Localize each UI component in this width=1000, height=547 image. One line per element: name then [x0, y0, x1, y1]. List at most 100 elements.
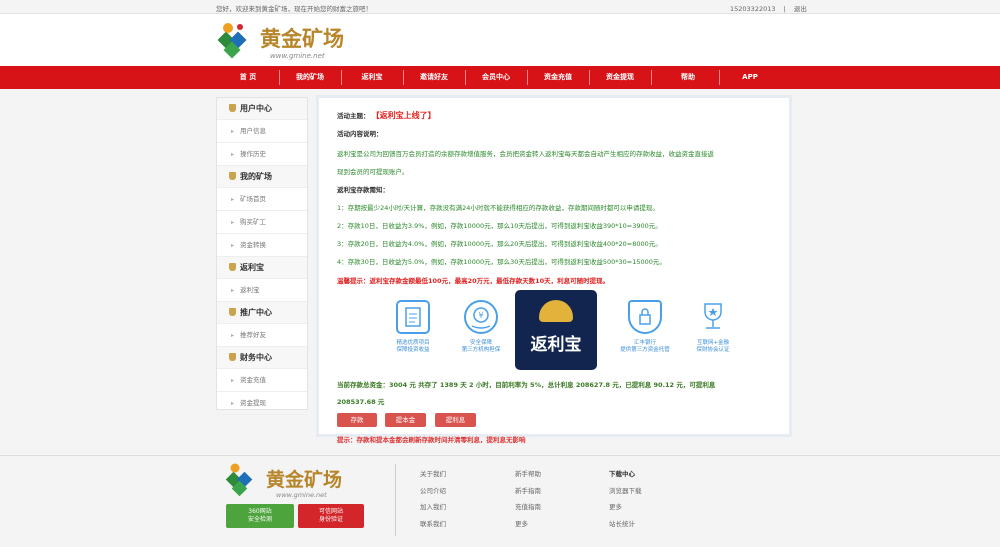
nav-help[interactable]: 帮助: [657, 66, 719, 89]
footer-link[interactable]: 充值指南: [515, 499, 541, 516]
nav-invite[interactable]: 邀请好友: [403, 66, 465, 89]
nav-recharge[interactable]: 资金充值: [527, 66, 589, 89]
gold-coin-icon: [539, 300, 573, 322]
withdraw-principal-button[interactable]: 提本金: [385, 413, 426, 427]
chevron-right-icon: ▸: [231, 128, 235, 135]
notice-item-3: 3：存款20日，日收益为4.0%，例如，存款10000元，那么20天后提出，可得…: [337, 240, 662, 248]
feature-line-1: 汇丰银行: [633, 340, 656, 346]
bottom-tip: 提示：存款和提本金都会刷新存款时间并清零利息，提利息无影响: [337, 436, 526, 444]
footer-link[interactable]: 加入我们: [420, 499, 446, 516]
footer-link[interactable]: 更多: [515, 516, 541, 533]
topic-label: 活动主题：: [337, 112, 370, 120]
user-phone[interactable]: 15203322013: [730, 5, 776, 13]
sidebar-item-label: 资金提现: [240, 399, 267, 407]
notice-item-4: 4：存款30日，日收益为5.0%，例如，存款10000元，那么30天后提出，可得…: [337, 258, 666, 266]
feature-quality-projects: 精选优质项目 保障投资收益: [383, 290, 443, 354]
badge-line-2: 安全检测: [247, 516, 272, 523]
footer-link[interactable]: 公司介绍: [420, 483, 446, 500]
feature-line-1: 精选优质项目: [396, 340, 430, 346]
footer-col-heading: 下载中心: [609, 470, 635, 478]
desc-label: 活动内容说明：: [337, 130, 383, 138]
fanlibao-badge: 返利宝: [515, 290, 597, 370]
logo-text: 黄金矿场: [260, 27, 344, 51]
sidebar-group-user-center: 用户中心: [217, 98, 307, 120]
sidebar-item-label: 操作历史: [240, 150, 267, 158]
sidebar-group-my-mine: 我的矿场: [217, 166, 307, 188]
money-bag-icon: [229, 172, 236, 180]
feature-line-1: 互联网+金融: [696, 340, 730, 346]
feature-line-2: 第三方机构担保: [461, 347, 501, 353]
sidebar-item-fanlibao[interactable]: ▸ 返利宝: [217, 279, 307, 302]
feature-line-2: 保障投资收益: [396, 347, 430, 353]
svg-text:¥: ¥: [478, 311, 483, 320]
money-bag-icon: [229, 308, 236, 316]
sidebar-item-label: 资金充值: [240, 376, 267, 384]
feature-line-2: 提供第三方资金托管: [620, 347, 670, 353]
chevron-right-icon: ▸: [231, 196, 235, 203]
desc-line-2: 现到会员的可提现账户。: [337, 168, 409, 176]
feature-bank-custody: 汇丰银行 提供第三方资金托管: [615, 290, 675, 354]
footer-logo[interactable]: 黄金矿场 www.gmine.net: [226, 462, 376, 500]
sidebar-group-label: 推广中心: [240, 308, 272, 317]
feature-certified: 互联网+金融 保财协会认证: [683, 290, 743, 354]
sidebar-item-history[interactable]: ▸ 操作历史: [217, 143, 307, 166]
footer-col-help: 新手帮助 新手指南 充值指南 更多: [515, 466, 541, 532]
sidebar-item-withdraw[interactable]: ▸ 资金提现: [217, 392, 307, 415]
sidebar-item-mine-home[interactable]: ▸ 矿场首页: [217, 188, 307, 211]
sidebar: 用户中心 ▸ 用户信息 ▸ 操作历史 我的矿场 ▸ 矿场首页 ▸ 购买矿工 ▸ 资金转换 …: [216, 97, 308, 415]
sidebar-item-fund-transfer[interactable]: ▸ 资金转换: [217, 234, 307, 257]
sidebar-item-label: 返利宝: [240, 286, 260, 294]
badge-trusted-site[interactable]: 可信网站 身份验证: [298, 504, 364, 528]
sidebar-item-user-info[interactable]: ▸ 用户信息: [217, 120, 307, 143]
nav-withdraw[interactable]: 资金提现: [589, 66, 651, 89]
chevron-right-icon: ▸: [231, 400, 235, 407]
site-logo[interactable]: 黄金矿场 www.gmine.net: [218, 20, 368, 62]
nav-app[interactable]: APP: [719, 66, 781, 89]
sidebar-item-label: 推荐好友: [240, 331, 267, 339]
footer-link[interactable]: 浏览器下载: [609, 483, 642, 500]
footer-link[interactable]: 站长统计: [609, 516, 642, 533]
chevron-right-icon: ▸: [231, 332, 235, 339]
badge-line-1: 可信网站: [318, 508, 343, 515]
footer-link[interactable]: 联系我们: [420, 516, 446, 533]
document-icon: [396, 300, 430, 334]
deposit-button[interactable]: 存款: [337, 413, 377, 427]
welcome-text: 您好，欢迎来到黄金矿场，现在开始您的财富之旅吧！: [216, 5, 372, 13]
nav-fanlibao[interactable]: 返利宝: [341, 66, 403, 89]
sidebar-item-recommend[interactable]: ▸ 推荐好友: [217, 324, 307, 347]
footer-link[interactable]: 新手帮助: [515, 466, 541, 483]
sidebar-group-fanlibao: 返利宝: [217, 257, 307, 279]
footer-link[interactable]: 更多: [609, 499, 642, 516]
footer-logo-url: www.gmine.net: [276, 491, 327, 499]
nav-my-mine[interactable]: 我的矿场: [279, 66, 341, 89]
main-nav: 首 页 我的矿场 返利宝 邀请好友 会员中心 资金充值 资金提现 帮助 APP: [0, 66, 1000, 89]
topic-line: 活动主题： 【返利宝上线了】: [337, 110, 436, 121]
nav-member[interactable]: 会员中心: [465, 66, 527, 89]
logo-mark-icon: [218, 23, 247, 59]
footer-col-download: 下载中心 浏览器下载 更多 站长统计: [609, 466, 642, 532]
footer-link[interactable]: 新手指南: [515, 483, 541, 500]
safe-hand-icon: ¥: [464, 300, 498, 334]
logout-link[interactable]: 退出: [794, 5, 807, 13]
topic-value: 【返利宝上线了】: [371, 111, 436, 120]
sidebar-item-buy-miner[interactable]: ▸ 购买矿工: [217, 211, 307, 234]
footer-logo-text: 黄金矿场: [266, 468, 342, 491]
badge-360-security[interactable]: 360网站 安全检测: [226, 504, 294, 528]
money-bag-icon: [229, 104, 236, 112]
desc-line-1: 返利宝是公司为回馈百万会员打造的余额存款增值服务，会员把资金转入返利宝每天都会自…: [337, 150, 714, 158]
money-bag-icon: [229, 353, 236, 361]
chevron-right-icon: ▸: [231, 151, 235, 158]
nav-home[interactable]: 首 页: [217, 66, 279, 89]
sidebar-item-label: 购买矿工: [240, 218, 267, 226]
sidebar-item-recharge[interactable]: ▸ 资金充值: [217, 369, 307, 392]
withdraw-interest-button[interactable]: 提利息: [435, 413, 476, 427]
sidebar-item-label: 用户信息: [240, 127, 267, 135]
stats-line-2: 208537.68 元: [337, 398, 385, 406]
content-panel: 活动主题： 【返利宝上线了】 活动内容说明： 返利宝是公司为回馈百万会员打造的余…: [316, 95, 792, 444]
sidebar-group-label: 我的矿场: [240, 172, 272, 181]
stats-line-1: 当前存款总资金：3004 元 共存了 1389 天 2 小时，目前利率为 5%，…: [337, 381, 716, 389]
chevron-right-icon: ▸: [231, 219, 235, 226]
badge-line-1: 360网站: [248, 508, 272, 515]
footer-col-about: 关于我们 公司介绍 加入我们 联系我们: [420, 466, 446, 532]
footer-link[interactable]: 关于我们: [420, 466, 446, 483]
